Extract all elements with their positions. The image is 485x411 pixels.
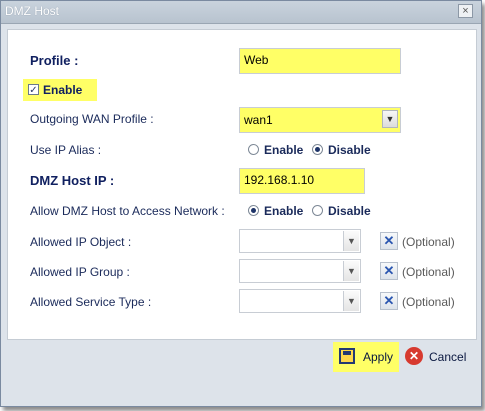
dmz-host-dialog: DMZ Host × Profile : Web ✓ Enable Outgoi… — [0, 0, 482, 407]
allow-access-disable-radio[interactable] — [312, 205, 323, 216]
allowed-service-type-select[interactable]: ▼ — [239, 289, 361, 313]
close-icon: ✕ — [383, 293, 395, 308]
cancel-icon: ✕ — [405, 347, 423, 365]
allowed-service-type-label: Allowed Service Type : — [30, 295, 152, 309]
clear-service-type-button[interactable]: ✕ — [380, 292, 398, 310]
allowed-ip-object-optional: (Optional) — [402, 235, 455, 249]
allow-access-enable-label: Enable — [264, 204, 304, 218]
allowed-ip-group-select[interactable]: ▼ — [239, 259, 361, 283]
profile-label: Profile : — [30, 53, 79, 68]
save-icon — [339, 348, 355, 364]
allow-access-enable-radio[interactable] — [248, 205, 259, 216]
use-ip-alias-enable-label: Enable — [264, 143, 304, 157]
dmz-host-ip-input[interactable]: 192.168.1.10 — [239, 168, 365, 194]
use-ip-alias-label: Use IP Alias : — [30, 143, 102, 157]
outgoing-wan-select[interactable]: wan1 ▼ — [239, 107, 401, 133]
chevron-down-icon[interactable]: ▼ — [382, 110, 398, 128]
form-panel: Profile : Web ✓ Enable Outgoing WAN Prof… — [7, 29, 477, 340]
outgoing-wan-value: wan1 — [244, 113, 273, 127]
cancel-label: Cancel — [429, 350, 467, 364]
profile-input[interactable]: Web — [239, 48, 401, 74]
chevron-down-icon[interactable]: ▼ — [343, 261, 359, 281]
use-ip-alias-enable-radio[interactable] — [248, 144, 259, 155]
close-icon: ✕ — [383, 233, 395, 248]
allowed-ip-group-optional: (Optional) — [402, 265, 455, 279]
enable-label: Enable — [43, 83, 83, 97]
enable-checkbox[interactable]: ✓ — [28, 84, 39, 96]
allowed-ip-object-label: Allowed IP Object : — [30, 235, 132, 249]
allowed-ip-group-label: Allowed IP Group : — [30, 265, 130, 279]
dialog-title: DMZ Host — [5, 4, 59, 18]
outgoing-wan-label: Outgoing WAN Profile : — [30, 112, 154, 126]
dialog-footer: Apply ✕ Cancel — [1, 339, 481, 379]
close-icon: ✕ — [383, 263, 395, 278]
enable-checkbox-area[interactable]: ✓ Enable — [23, 79, 97, 101]
use-ip-alias-disable-label: Disable — [328, 143, 371, 157]
allow-access-label: Allow DMZ Host to Access Network : — [30, 204, 225, 218]
allowed-ip-object-select[interactable]: ▼ — [239, 229, 361, 253]
title-bar: DMZ Host × — [1, 1, 481, 24]
close-button[interactable]: × — [458, 4, 473, 18]
dmz-host-ip-label: DMZ Host IP : — [30, 173, 115, 188]
allow-access-disable-label: Disable — [328, 204, 371, 218]
chevron-down-icon[interactable]: ▼ — [343, 291, 359, 311]
clear-ip-group-button[interactable]: ✕ — [380, 262, 398, 280]
apply-label: Apply — [363, 350, 394, 364]
chevron-down-icon[interactable]: ▼ — [343, 231, 359, 251]
allowed-service-type-optional: (Optional) — [402, 295, 455, 309]
clear-ip-object-button[interactable]: ✕ — [380, 232, 398, 250]
close-icon: × — [462, 5, 469, 17]
apply-button[interactable]: Apply — [333, 342, 399, 372]
cancel-button[interactable]: ✕ Cancel — [403, 345, 473, 371]
use-ip-alias-disable-radio[interactable] — [312, 144, 323, 155]
